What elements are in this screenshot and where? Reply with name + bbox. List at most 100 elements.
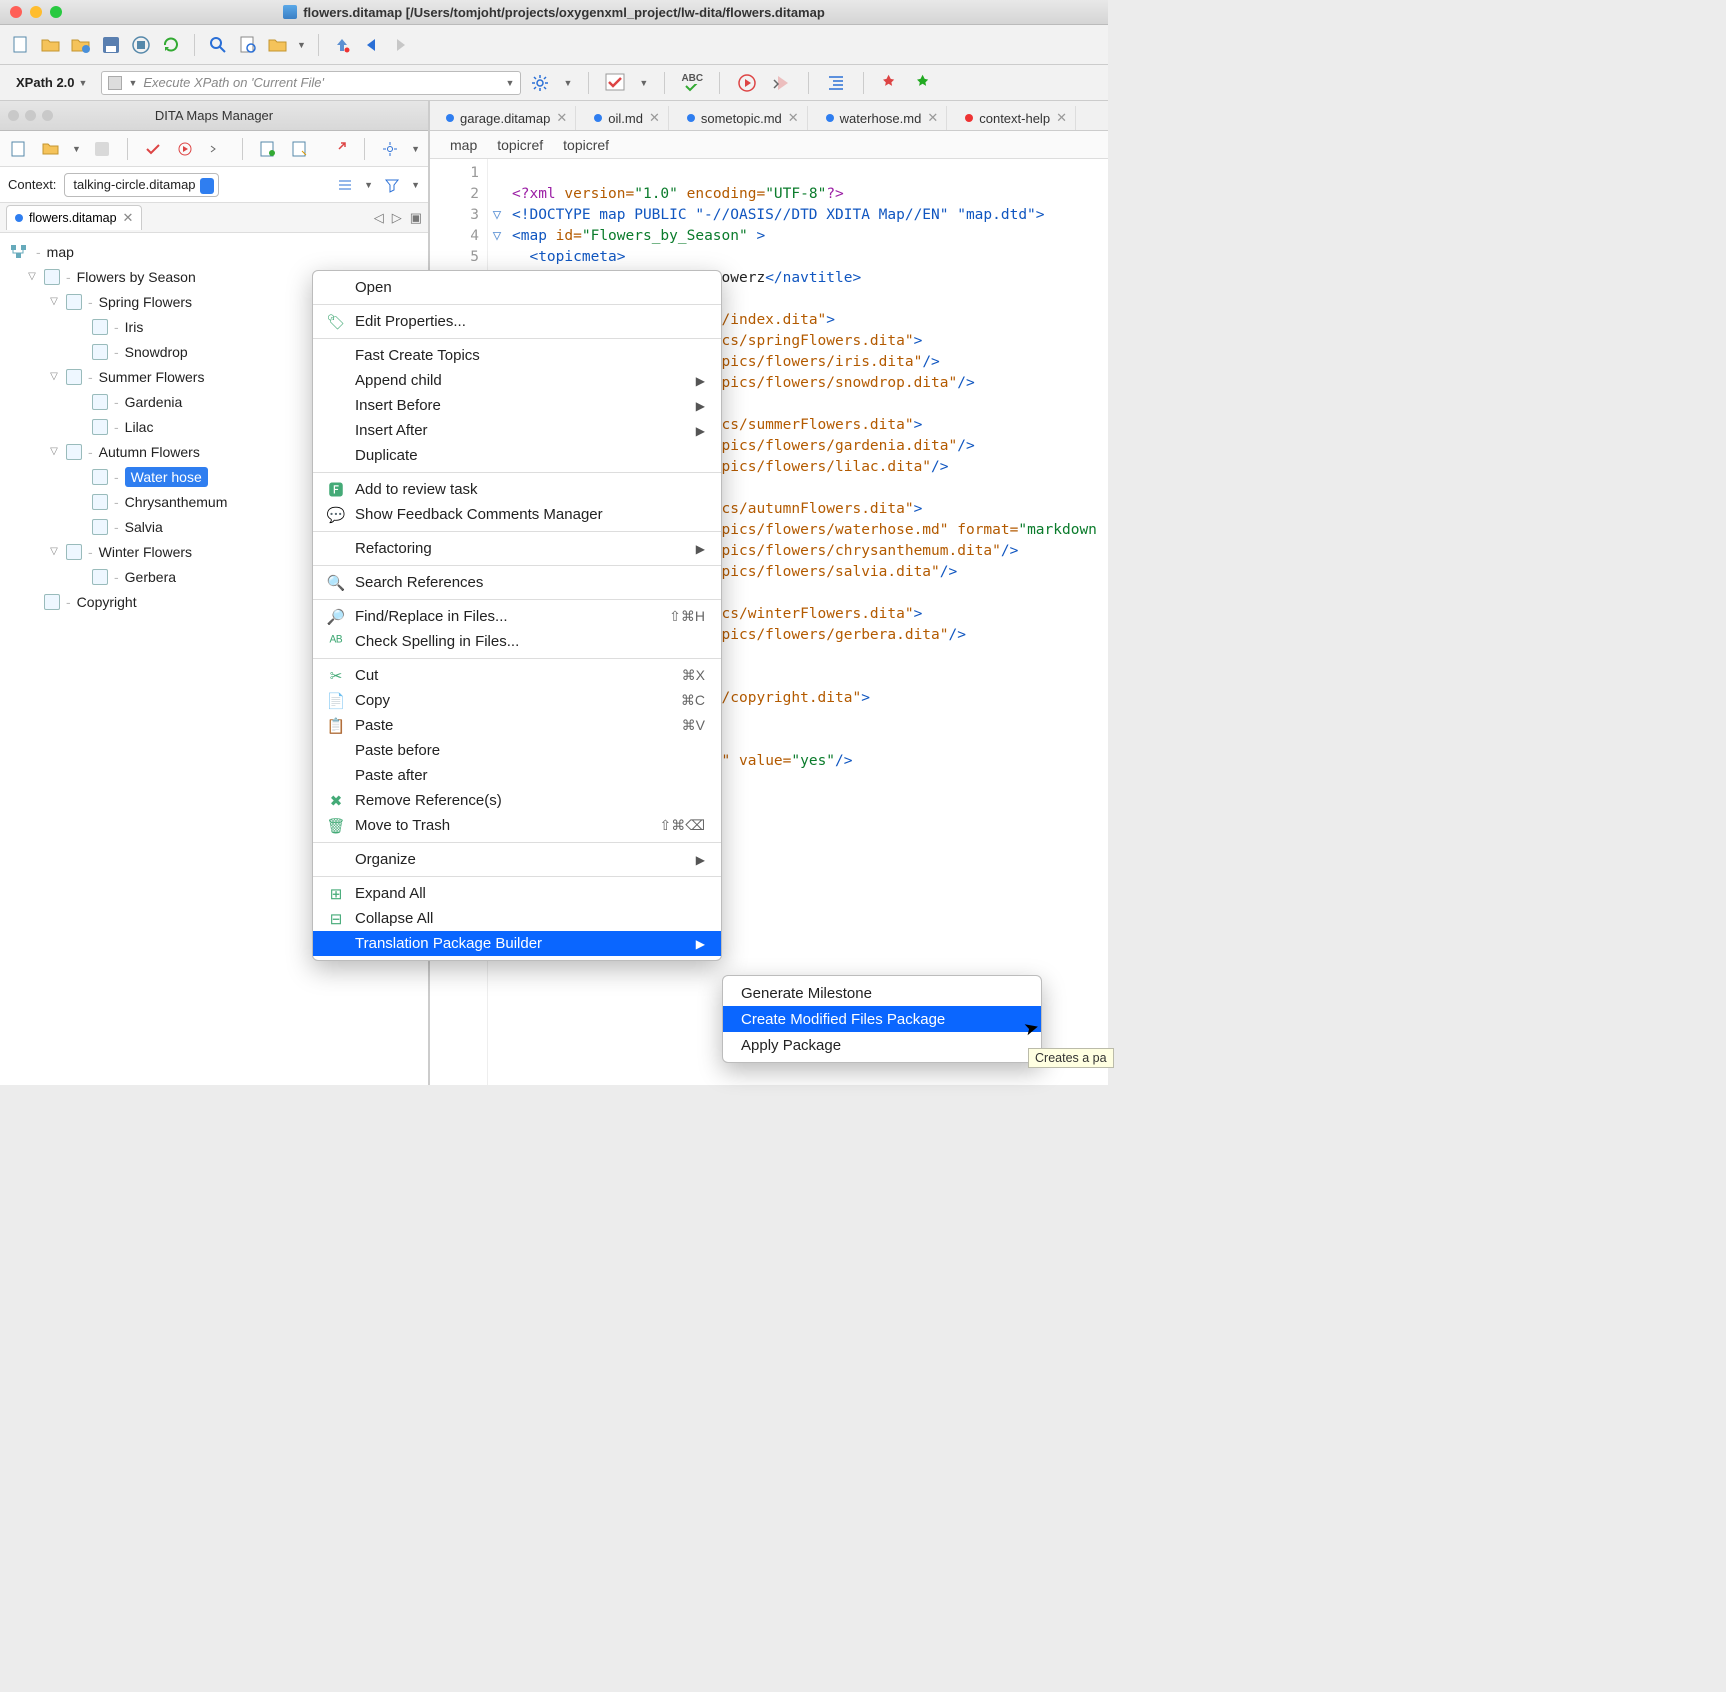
open-folder-icon[interactable] — [40, 34, 62, 56]
editor-tab[interactable]: garage.ditamap✕ — [438, 106, 576, 130]
context-select[interactable]: talking-circle.ditamap — [64, 173, 218, 197]
close-tab-icon[interactable]: ✕ — [1056, 110, 1067, 126]
menu-item[interactable]: Organize▶ — [313, 847, 721, 872]
new-file-icon[interactable] — [10, 34, 32, 56]
pane-dot[interactable] — [42, 110, 53, 121]
nav-up-icon[interactable] — [331, 34, 353, 56]
open-editor-icon[interactable] — [289, 138, 311, 160]
menu-item[interactable]: ⊟Collapse All — [313, 906, 721, 931]
filter-icon[interactable] — [381, 174, 403, 196]
chevron-down-icon[interactable]: ▼ — [364, 180, 373, 190]
menu-item[interactable]: 🔍Search References — [313, 570, 721, 595]
chevron-down-icon[interactable]: ▼ — [297, 40, 306, 50]
twisty-icon[interactable]: ▽ — [26, 271, 38, 282]
menu-item[interactable]: Open — [313, 275, 721, 300]
spellcheck-icon[interactable]: ABC — [681, 72, 703, 94]
next-tab-icon[interactable]: ▷ — [392, 210, 402, 226]
editor-tab[interactable]: sometopic.md✕ — [679, 106, 808, 130]
pane-dot[interactable] — [25, 110, 36, 121]
bookmark-pin-green-icon[interactable] — [914, 72, 936, 94]
open-map-icon[interactable] — [40, 138, 62, 160]
twisty-icon[interactable]: ▽ — [48, 446, 60, 457]
breadcrumb-item[interactable]: topicref — [497, 137, 543, 153]
context-menu[interactable]: Open 🏷Edit Properties... Fast Create Topic… — [312, 270, 722, 961]
xpath-input[interactable]: ▼ Execute XPath on 'Current File' ▼ — [101, 71, 521, 95]
menu-item[interactable]: Insert After▶ — [313, 418, 721, 443]
submenu-item[interactable]: Generate Milestone — [723, 980, 1041, 1006]
forward-arrow-icon[interactable] — [391, 34, 413, 56]
gear-icon[interactable] — [529, 72, 551, 94]
prev-tab-icon[interactable]: ◁ — [374, 210, 384, 226]
menu-item[interactable]: Insert Before▶ — [313, 393, 721, 418]
map-tab[interactable]: flowers.ditamap ✕ — [6, 205, 142, 230]
search-icon[interactable] — [207, 34, 229, 56]
close-window-button[interactable] — [10, 6, 22, 18]
menu-item[interactable]: 📄Copy⌘C — [313, 688, 721, 713]
menu-item[interactable]: 🏷Edit Properties... — [313, 309, 721, 334]
open-project-icon[interactable] — [70, 34, 92, 56]
close-tab-icon[interactable]: ✕ — [123, 210, 134, 226]
chevron-down-icon[interactable]: ▼ — [72, 144, 81, 154]
submenu-item[interactable]: Apply Package — [723, 1032, 1041, 1058]
twisty-icon[interactable]: ▽ — [48, 546, 60, 557]
save-icon[interactable] — [100, 34, 122, 56]
menu-item[interactable]: Refactoring▶ — [313, 536, 721, 561]
menu-item[interactable]: ✖Remove Reference(s) — [313, 788, 721, 813]
close-tab-icon[interactable]: ✕ — [649, 110, 660, 126]
chevron-down-icon[interactable]: ▼ — [411, 144, 420, 154]
menu-item[interactable]: 🅵Add to review task — [313, 477, 721, 502]
save-map-icon[interactable] — [91, 138, 113, 160]
menu-item[interactable]: Append child▶ — [313, 368, 721, 393]
tab-list-icon[interactable]: ▣ — [410, 210, 422, 226]
menu-item[interactable]: 🗑Move to Trash⇧⌘⌫ — [313, 813, 721, 838]
close-tab-icon[interactable]: ✕ — [556, 110, 567, 126]
menu-item[interactable]: ⊞Expand All — [313, 881, 721, 906]
menu-item[interactable]: Duplicate — [313, 443, 721, 468]
transform-config-icon[interactable] — [770, 72, 792, 94]
new-map-icon[interactable] — [8, 138, 30, 160]
menu-item[interactable]: Translation Package Builder▶ — [313, 931, 721, 956]
back-arrow-icon[interactable] — [361, 34, 383, 56]
validate-map-icon[interactable] — [142, 138, 164, 160]
close-tab-icon[interactable]: ✕ — [927, 110, 938, 126]
twisty-icon[interactable]: ▽ — [48, 296, 60, 307]
menu-item[interactable]: Paste before — [313, 738, 721, 763]
find-in-files-icon[interactable] — [237, 34, 259, 56]
breadcrumb-item[interactable]: map — [450, 137, 477, 153]
menu-item[interactable]: ✂Cut⌘X — [313, 663, 721, 688]
gear-icon[interactable] — [379, 138, 401, 160]
submenu-item[interactable]: Create Modified Files Package — [723, 1006, 1041, 1032]
editor-tab[interactable]: oil.md✕ — [586, 106, 669, 130]
save-all-icon[interactable] — [130, 34, 152, 56]
breadcrumb-item[interactable]: topicref — [563, 137, 609, 153]
menu-item[interactable]: 💬Show Feedback Comments Manager — [313, 502, 721, 527]
chevron-down-icon[interactable]: ▼ — [411, 180, 420, 190]
xpath-version-select[interactable]: XPath 2.0 ▼ — [10, 73, 93, 92]
expand-icon[interactable] — [334, 174, 356, 196]
tree-root[interactable]: - map — [4, 239, 424, 264]
bookmark-pin-icon[interactable] — [880, 72, 902, 94]
minimize-window-button[interactable] — [30, 6, 42, 18]
indent-icon[interactable] — [825, 72, 847, 94]
menu-item[interactable]: 🔎Find/Replace in Files...⇧⌘H — [313, 604, 721, 629]
chevron-down-icon[interactable]: ▼ — [639, 78, 648, 88]
submenu[interactable]: Generate MilestoneCreate Modified Files … — [722, 975, 1042, 1063]
maximize-window-button[interactable] — [50, 6, 62, 18]
browse-folder-icon[interactable] — [267, 34, 289, 56]
menu-item[interactable]: ᴬᴮCheck Spelling in Files... — [313, 629, 721, 654]
validate-icon[interactable] — [605, 72, 627, 94]
twisty-icon[interactable]: ▽ — [48, 371, 60, 382]
refresh-icon[interactable] — [160, 34, 182, 56]
editor-tab[interactable]: context-help✕ — [957, 106, 1076, 130]
config-map-icon[interactable] — [206, 138, 228, 160]
editor-tab[interactable]: waterhose.md✕ — [818, 106, 948, 130]
run-map-icon[interactable] — [174, 138, 196, 160]
link-icon[interactable] — [328, 138, 350, 160]
run-icon[interactable] — [736, 72, 758, 94]
menu-item[interactable]: Fast Create Topics — [313, 343, 721, 368]
refresh-map-icon[interactable] — [257, 138, 279, 160]
menu-item[interactable]: 📋Paste⌘V — [313, 713, 721, 738]
chevron-down-icon[interactable]: ▼ — [563, 78, 572, 88]
menu-item[interactable]: Paste after — [313, 763, 721, 788]
pane-dot[interactable] — [8, 110, 19, 121]
